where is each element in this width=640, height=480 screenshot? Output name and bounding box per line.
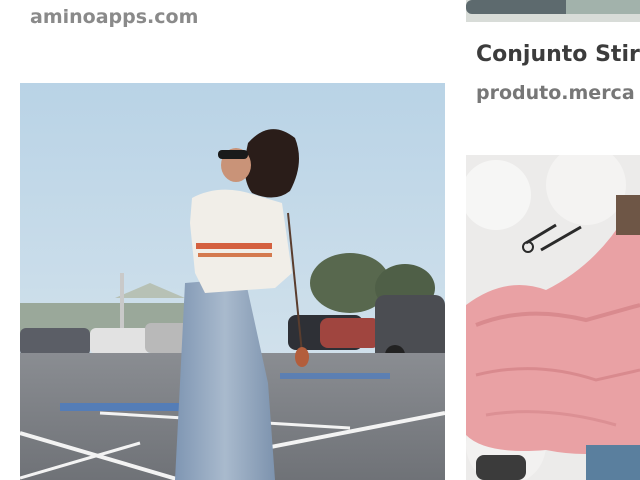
photo-woman-parking-lot — [20, 83, 445, 480]
result-thumbnail-1[interactable] — [20, 83, 445, 480]
result-source-mercado[interactable]: produto.merca — [476, 82, 635, 104]
result-source-aminoapps[interactable]: aminoapps.com — [30, 6, 198, 28]
result-title[interactable]: Conjunto Stir — [476, 42, 640, 67]
photo-pink-top — [466, 155, 640, 480]
photo-cropped — [466, 0, 640, 22]
result-thumbnail-2[interactable] — [466, 155, 640, 480]
result-thumbnail-prev-right[interactable] — [466, 0, 640, 22]
image-results-grid: aminoapps.com Conjunto Stir produto.merc… — [0, 0, 640, 480]
